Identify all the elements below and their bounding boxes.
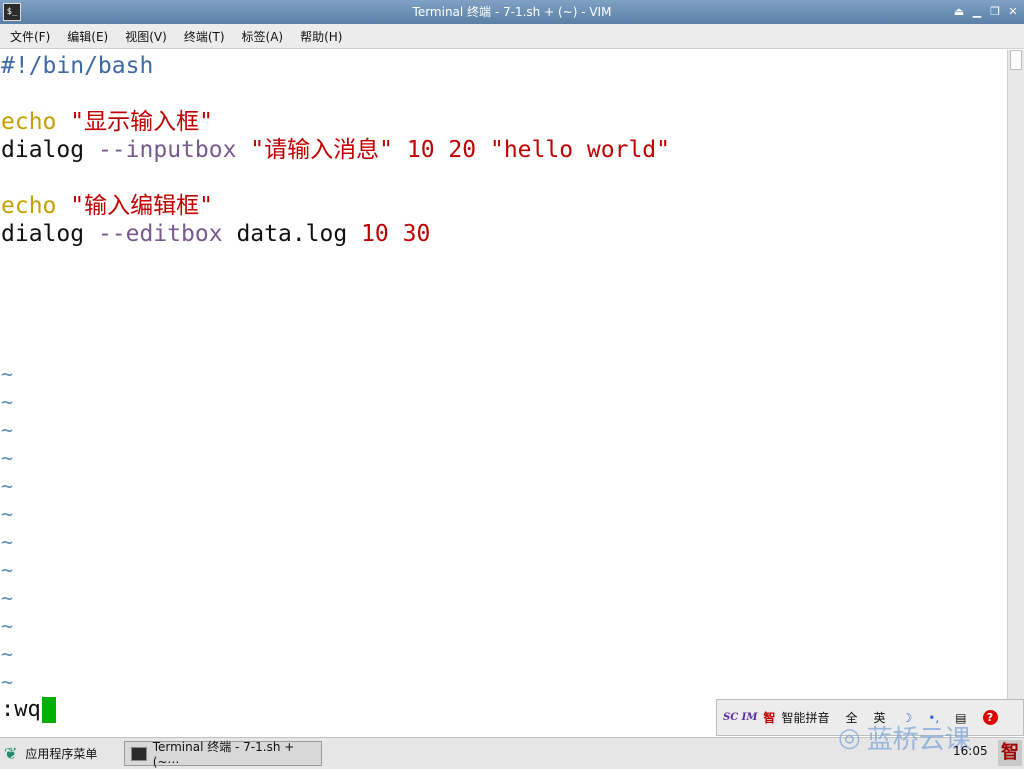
help-icon[interactable]: ? [982,710,998,725]
code-line: echo "显示输入框" [1,108,213,136]
scim-logo-icon[interactable]: SC IM [723,712,757,723]
clock[interactable]: 16:05 [953,744,988,758]
tilde-marker: ~ [1,418,14,442]
code-token: "hello world" [489,137,670,163]
code-token: "显示输入框" [70,109,213,135]
tilde-marker: ~ [1,474,14,498]
vim-command-line[interactable]: :wq [1,696,56,724]
tilde-marker: ~ [1,586,14,610]
code-token: "输入编辑框" [70,193,213,219]
code-token: 10 [406,137,435,163]
menu-bar: 文件(F) 编辑(E) 视图(V) 终端(T) 标签(A) 帮助(H) [0,24,1024,49]
ime-engine-icon[interactable]: 智 [763,709,775,726]
code-line: echo "输入编辑框" [1,192,213,220]
tilde-marker: ~ [1,614,14,638]
tilde-marker: ~ [1,642,14,666]
code-token: 20 [448,137,477,163]
maximize-button[interactable]: ❐ [988,5,1002,19]
code-token: 10 [361,221,389,247]
menu-file[interactable]: 文件(F) [0,28,57,45]
code-token: 30 [402,221,431,247]
window-title: Terminal 终端 - 7-1.sh + (~) - VIM [412,5,612,19]
vim-editor[interactable]: #!/bin/bash echo "显示输入框" dialog --inputbox… [0,50,1008,734]
shade-button[interactable]: ⏏ [952,5,966,19]
window-titlebar[interactable]: $_ Terminal 终端 - 7-1.sh + (~) - VIM ⏏ ▁ … [0,0,1024,24]
tilde-marker: ~ [1,502,14,526]
window-controls: ⏏ ▁ ❐ ✕ [952,0,1020,24]
code-token: --editbox [97,221,223,247]
code-token: echo [1,109,57,135]
menu-edit[interactable]: 编辑(E) [57,28,115,45]
menu-help[interactable]: 帮助(H) [290,28,349,45]
tray-ime-icon[interactable]: 智 [998,740,1022,766]
code-line: #!/bin/bash [1,52,153,80]
vertical-scrollbar[interactable] [1007,50,1024,734]
menu-tabs[interactable]: 标签(A) [232,28,291,45]
code-token: --inputbox [97,137,237,163]
tilde-marker: ~ [1,446,14,470]
code-token: echo [1,193,57,219]
terminal-icon [131,746,147,761]
taskbar-terminal-button[interactable]: Terminal 终端 - 7-1.sh + (~⋯ [124,740,322,769]
text-cursor [41,697,56,723]
tilde-marker: ~ [1,530,14,554]
code-token: "请输入消息" [250,137,393,163]
taskbar-terminal-label: Terminal 终端 - 7-1.sh + (~⋯ [152,740,295,769]
code-token: dialog [1,221,85,247]
code-line: dialog --editbox data.log 10 30 [1,220,430,248]
minimize-button[interactable]: ▁ [970,5,984,19]
tilde-marker: ~ [1,362,14,386]
command-text: :wq [1,697,41,722]
scrollbar-thumb[interactable] [1010,50,1022,70]
lanqiao-watermark: ◎ 蓝桥云课 [838,719,971,756]
application-menu-label: 应用程序菜单 [25,746,98,761]
app-menu-logo-icon: ❦ [4,743,18,763]
tilde-marker: ~ [1,670,14,694]
code-token: dialog [1,137,85,163]
tilde-marker: ~ [1,558,14,582]
menu-terminal[interactable]: 终端(T) [174,28,232,45]
application-menu-button[interactable]: ❦ 应用程序菜单 [4,742,97,764]
code-token: data.log [236,221,348,247]
tilde-marker: ~ [1,390,14,414]
lanqiao-logo-icon: ◎ [838,722,861,753]
close-button[interactable]: ✕ [1006,5,1020,19]
ime-mode-label[interactable]: 智能拼音 [781,709,829,726]
code-line: dialog --inputbox "请输入消息" 10 20 "hello w… [1,136,670,164]
code-token: #!/bin/bash [1,53,154,79]
menu-view[interactable]: 视图(V) [115,28,174,45]
